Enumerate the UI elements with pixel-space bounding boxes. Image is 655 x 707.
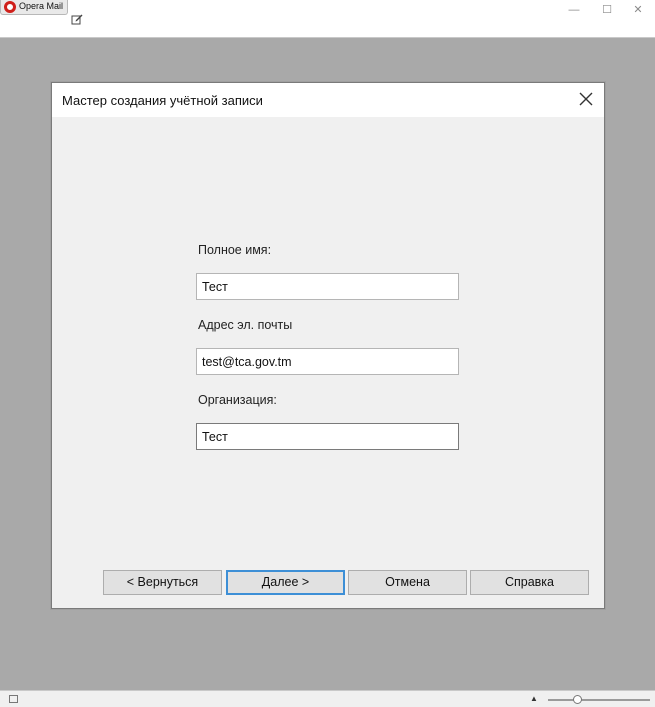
- app-titlebar: Opera Mail — ☐ ✕: [0, 0, 655, 38]
- account-wizard-dialog: Мастер создания учётной записи Полное им…: [51, 82, 605, 609]
- opera-icon: [4, 1, 16, 13]
- zoom-slider[interactable]: [548, 695, 650, 704]
- organization-label: Организация:: [198, 393, 277, 407]
- cancel-button[interactable]: Отмена: [348, 570, 467, 595]
- email-input[interactable]: [196, 348, 459, 375]
- zoom-slider-thumb[interactable]: [573, 695, 583, 704]
- close-icon[interactable]: [576, 89, 596, 109]
- panel-toggle-icon[interactable]: [9, 695, 18, 703]
- statusbar: ▲: [0, 690, 655, 707]
- full-name-input[interactable]: [196, 273, 459, 300]
- next-button[interactable]: Далее >: [226, 570, 345, 595]
- back-button[interactable]: < Вернуться: [103, 570, 222, 595]
- app-tab-label: Opera Mail: [19, 1, 64, 11]
- dialog-title: Мастер создания учётной записи: [62, 93, 263, 108]
- compose-icon[interactable]: [71, 13, 83, 25]
- help-button[interactable]: Справка: [470, 570, 589, 595]
- minimize-button[interactable]: —: [565, 3, 583, 17]
- maximize-button[interactable]: ☐: [598, 3, 616, 17]
- organization-input[interactable]: [196, 423, 459, 450]
- full-name-label: Полное имя:: [198, 243, 272, 257]
- dialog-titlebar: Мастер создания учётной записи: [52, 83, 604, 117]
- window-close-button[interactable]: ✕: [629, 3, 647, 17]
- app-tab[interactable]: Opera Mail: [0, 0, 68, 15]
- email-label: Адрес эл. почты: [198, 318, 293, 332]
- zoom-up-icon[interactable]: ▲: [530, 694, 538, 703]
